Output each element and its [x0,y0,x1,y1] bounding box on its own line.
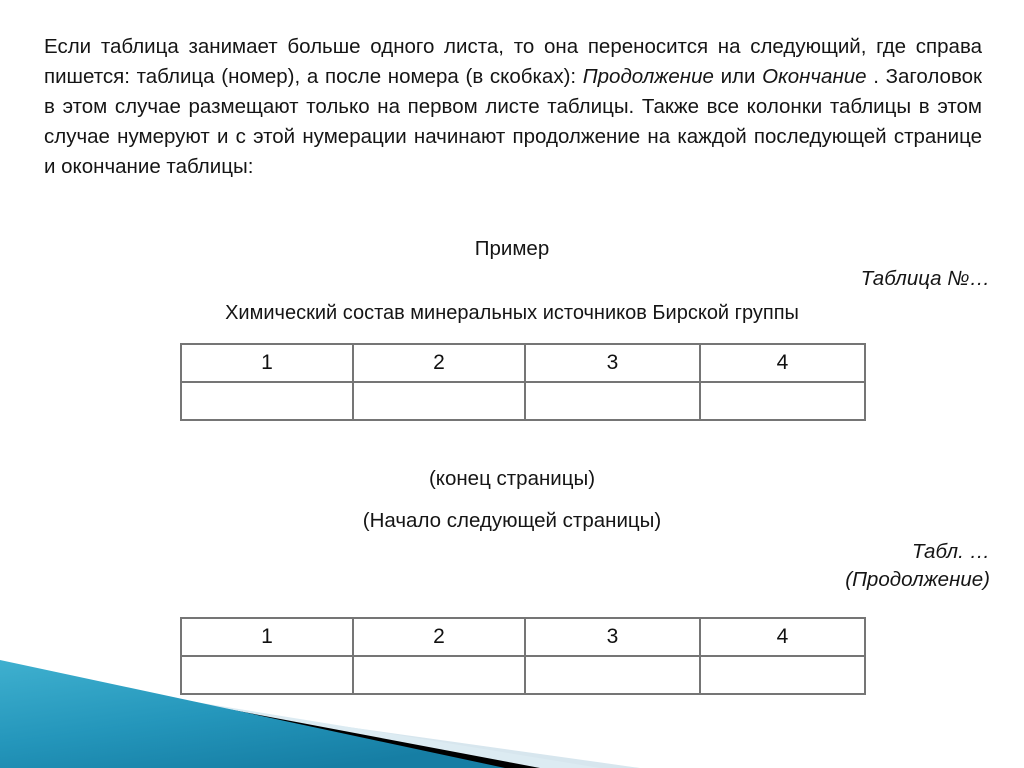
intro-emphasis-ending: Окончание [762,65,867,88]
intro-emphasis-continuation: Продолжение [582,65,714,88]
continuation-table-number: Табл. … [911,540,990,563]
intro-part2: или [713,65,763,88]
page-start-note: (Начало следующей страницы) [362,509,662,532]
table-cell [352,655,526,695]
table-cell: 3 [524,343,701,383]
intro-paragraph: Если таблица занимает больше одного лист… [44,32,982,182]
table-cell: 1 [180,343,354,383]
table-cell [180,655,354,695]
table-cell [524,655,701,695]
table-caption: Химический состав минеральных источников… [225,302,799,324]
table-cell [352,381,526,421]
table-cell: 4 [699,343,866,383]
table-row [180,655,866,695]
table-cell: 1 [180,617,354,657]
page-end-note: (конец страницы) [428,467,596,490]
table-cell: 2 [352,617,526,657]
slide-canvas: Если таблица занимает больше одного лист… [0,0,1024,768]
table-cell [699,655,866,695]
table-row: 1 2 3 4 [180,617,866,657]
table-cell [180,381,354,421]
table-cell: 2 [352,343,526,383]
table-row [180,381,866,421]
example-table: 1 2 3 4 [180,343,866,421]
continuation-table: 1 2 3 4 [180,617,866,695]
table-cell: 3 [524,617,701,657]
example-label: Пример [474,237,550,260]
table-number-label: Таблица №… [860,267,990,290]
table-cell: 4 [699,617,866,657]
table-row: 1 2 3 4 [180,343,866,383]
continuation-label: (Продолжение) [845,568,990,591]
table-cell [699,381,866,421]
table-cell [524,381,701,421]
